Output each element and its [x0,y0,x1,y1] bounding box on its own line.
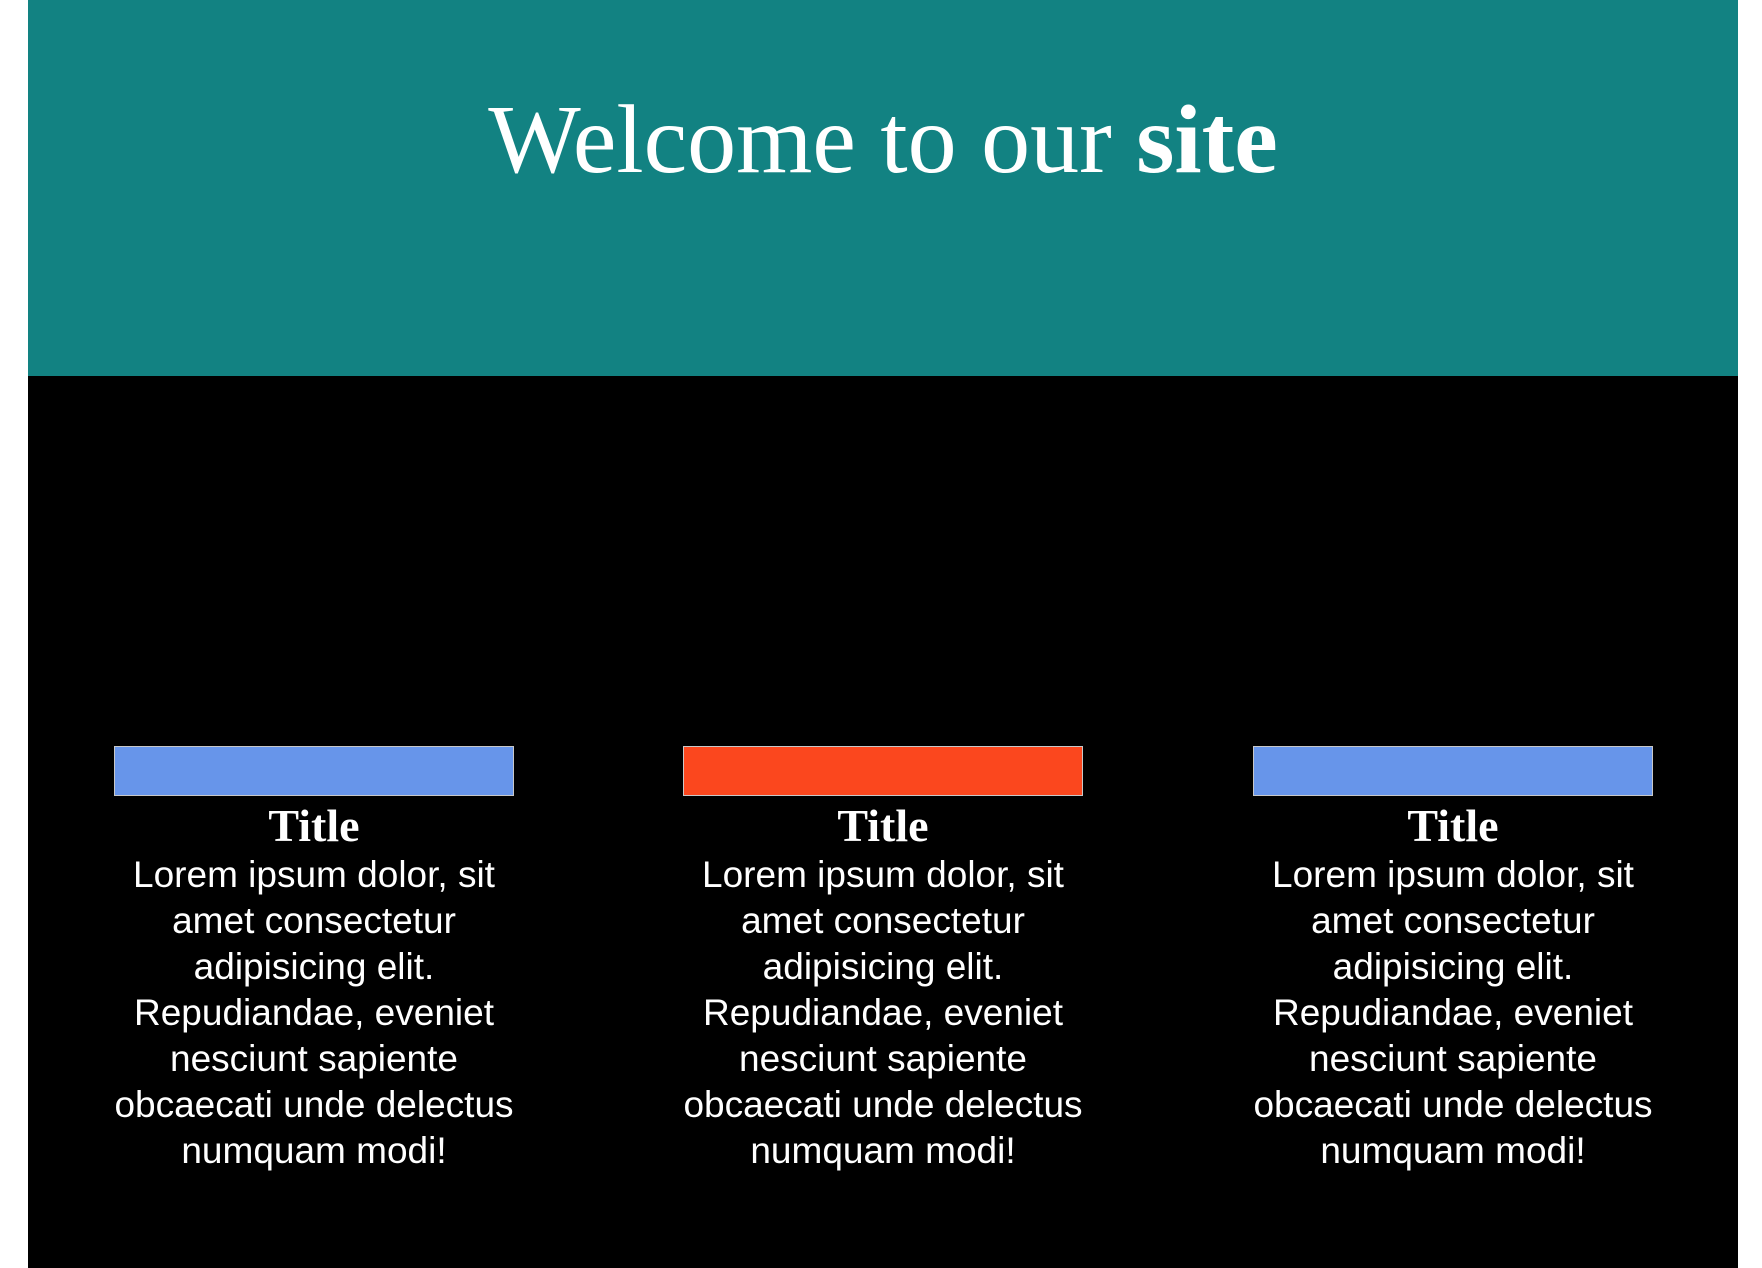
hero-banner: Welcome to our site [28,0,1738,376]
card: Title Lorem ipsum dolor, sit amet consec… [1253,746,1653,1174]
page-title-emphasis: site [1136,86,1278,194]
page: Welcome to our site Title Lorem ipsum do… [28,0,1738,1268]
card-title: Title [837,800,929,851]
page-title: Welcome to our site [28,84,1738,196]
card-title: Title [268,800,360,851]
card-title: Title [1407,800,1499,851]
card-text: Lorem ipsum dolor, sit amet consectetur … [114,854,514,1171]
card-color-bar [114,746,514,796]
card-text: Lorem ipsum dolor, sit amet consectetur … [1253,854,1653,1171]
card-text: Lorem ipsum dolor, sit amet consectetur … [683,854,1083,1171]
card: Title Lorem ipsum dolor, sit amet consec… [683,746,1083,1174]
card-color-bar [1253,746,1653,796]
page-title-text: Welcome to our [488,86,1137,194]
card: Title Lorem ipsum dolor, sit amet consec… [114,746,514,1174]
card-color-bar [683,746,1083,796]
